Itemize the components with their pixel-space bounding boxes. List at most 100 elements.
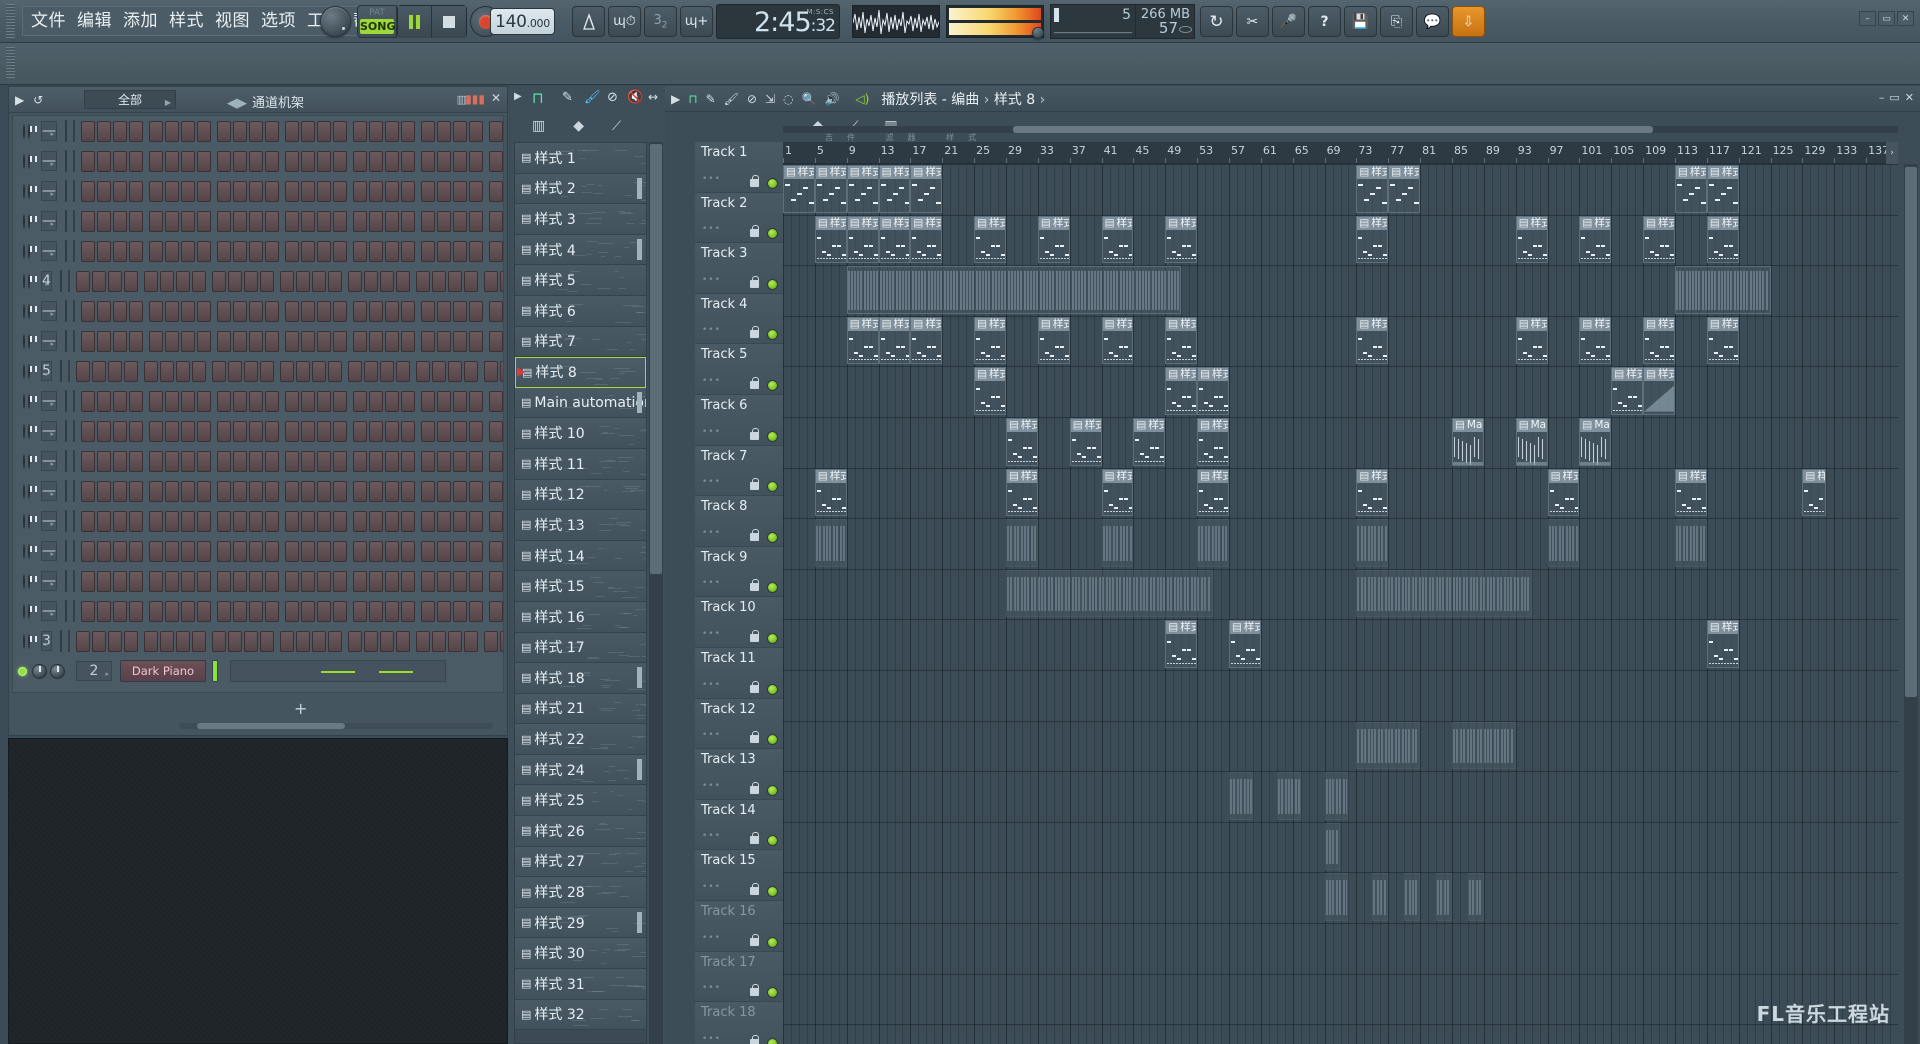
step-button[interactable] <box>369 151 383 172</box>
channel-volume-knob[interactable] <box>28 364 30 379</box>
step-button[interactable] <box>401 241 415 262</box>
step-button[interactable] <box>165 511 179 532</box>
step-button[interactable] <box>401 151 415 172</box>
channel-pan-knob[interactable] <box>23 424 25 439</box>
step-button[interactable] <box>416 271 430 292</box>
playlist-track-header[interactable]: Track 14 ••• <box>695 800 783 851</box>
step-button[interactable] <box>260 271 274 292</box>
channel-pan-knob[interactable] <box>23 514 25 529</box>
track-options-dots[interactable]: ••• <box>702 477 721 487</box>
step-button[interactable] <box>249 511 263 532</box>
step-button[interactable] <box>348 631 362 652</box>
step-button[interactable] <box>500 631 504 652</box>
step-button[interactable] <box>317 601 331 622</box>
step-button[interactable] <box>129 541 143 562</box>
channel-volume-knob[interactable] <box>28 514 30 529</box>
playlist-clip[interactable] <box>1325 873 1349 921</box>
step-button[interactable] <box>317 121 331 142</box>
playlist-clip[interactable]: ▤样式 22 <box>1707 620 1739 668</box>
playlist-clip[interactable]: ▤样式 4 <box>1579 317 1611 365</box>
step-button[interactable] <box>165 151 179 172</box>
select-icon[interactable]: ◌ <box>783 92 793 106</box>
playlist-clip[interactable]: ▤样式 2 <box>1643 216 1675 264</box>
step-button[interactable] <box>285 241 299 262</box>
track-enable-led[interactable] <box>767 987 778 998</box>
playlist-clip[interactable] <box>1404 873 1420 921</box>
step-button[interactable] <box>181 541 195 562</box>
step-button[interactable] <box>81 511 95 532</box>
step-button[interactable] <box>197 451 211 472</box>
track-options-dots[interactable]: ••• <box>702 224 721 234</box>
step-button[interactable] <box>76 361 90 382</box>
step-button[interactable] <box>97 571 111 592</box>
pattern-list-item[interactable]: ▤ 样式 2 <box>515 174 646 205</box>
lock-icon[interactable] <box>750 786 759 794</box>
step-button[interactable] <box>265 511 279 532</box>
time-display[interactable]: M:S:CS 2:45:32 <box>716 4 840 39</box>
pattern-list-item[interactable]: ▤ 样式 10 <box>515 418 646 449</box>
step-button[interactable] <box>437 481 451 502</box>
step-button[interactable] <box>421 181 435 202</box>
step-button[interactable] <box>108 271 122 292</box>
step-button[interactable] <box>401 571 415 592</box>
channel-volume-knob[interactable] <box>28 244 30 259</box>
step-button[interactable] <box>401 511 415 532</box>
playlist-clip[interactable] <box>1325 772 1349 820</box>
step-button[interactable] <box>385 571 399 592</box>
step-button[interactable] <box>437 121 451 142</box>
channel-mixer-number[interactable]: 5 ▸ <box>41 361 52 381</box>
step-button[interactable] <box>149 601 163 622</box>
step-button[interactable] <box>129 391 143 412</box>
step-button[interactable] <box>181 421 195 442</box>
pattern-list-item[interactable]: ▤ 样式 28 <box>515 877 646 908</box>
step-button[interactable] <box>317 151 331 172</box>
channel-mixer-number[interactable]: — ▸ <box>41 541 57 561</box>
step-button[interactable] <box>129 451 143 472</box>
step-button[interactable] <box>285 451 299 472</box>
playlist-clip[interactable] <box>1372 873 1388 921</box>
track-enable-led[interactable] <box>767 228 778 239</box>
playlist-clip[interactable]: ▤样式 5 <box>1611 367 1643 415</box>
step-button[interactable] <box>265 601 279 622</box>
playlist-clip[interactable]: ▤样式 2 <box>1579 216 1611 264</box>
playlist-clip[interactable]: ▤样式 7 <box>1356 469 1388 517</box>
step-button[interactable] <box>453 391 467 412</box>
step-button[interactable] <box>149 331 163 352</box>
step-button[interactable] <box>233 541 247 562</box>
step-button[interactable] <box>217 181 231 202</box>
step-button[interactable] <box>317 301 331 322</box>
step-button[interactable] <box>301 181 315 202</box>
channel-name-button[interactable]: RD_Kick_2 <box>65 300 67 322</box>
step-button[interactable] <box>81 481 95 502</box>
pattern-list-item[interactable]: ▤ 样式 29 <box>515 908 646 939</box>
step-button[interactable] <box>296 361 310 382</box>
step-button[interactable] <box>353 541 367 562</box>
channel-row[interactable]: —▸String patch 1 <box>13 176 503 206</box>
step-button[interactable] <box>312 361 326 382</box>
playlist-clip[interactable]: ▤样式 4 <box>1356 317 1388 365</box>
step-button[interactable] <box>453 421 467 442</box>
playlist-clip[interactable]: ▤样式 6 <box>1006 418 1038 466</box>
step-button[interactable] <box>437 211 451 232</box>
chat-icon[interactable]: 💬 <box>1416 6 1449 37</box>
channel-mixer-number[interactable]: — ▸ <box>41 571 57 591</box>
channel-volume-knob[interactable] <box>28 454 30 469</box>
playlist-ruler[interactable]: 1 5 9 13 17 21 25 29 33 37 41 45 49 53 57 61 65 69 73 77 81 8… <box>783 142 1898 164</box>
step-button[interactable] <box>113 151 127 172</box>
playlist-clip[interactable]: ▤样式 4 <box>1516 317 1548 365</box>
meter-icon[interactable]: ▮▮▮ <box>465 92 485 106</box>
playlist-track-header[interactable]: Track 7 ••• <box>695 446 783 497</box>
channel-volume-knob[interactable] <box>28 424 30 439</box>
step-button[interactable] <box>97 391 111 412</box>
step-button[interactable] <box>453 331 467 352</box>
step-button[interactable] <box>265 541 279 562</box>
step-button[interactable] <box>217 511 231 532</box>
channel-pan-knob[interactable] <box>23 184 25 199</box>
step-button[interactable] <box>192 631 206 652</box>
step-button[interactable] <box>317 241 331 262</box>
pattern-list-item[interactable]: ▤ 样式 4 <box>515 235 646 266</box>
channel-volume-knob[interactable] <box>28 544 30 559</box>
step-button[interactable] <box>249 181 263 202</box>
step-button[interactable] <box>197 421 211 442</box>
playlist-clip[interactable]: ▤样式 2 <box>1707 216 1739 264</box>
